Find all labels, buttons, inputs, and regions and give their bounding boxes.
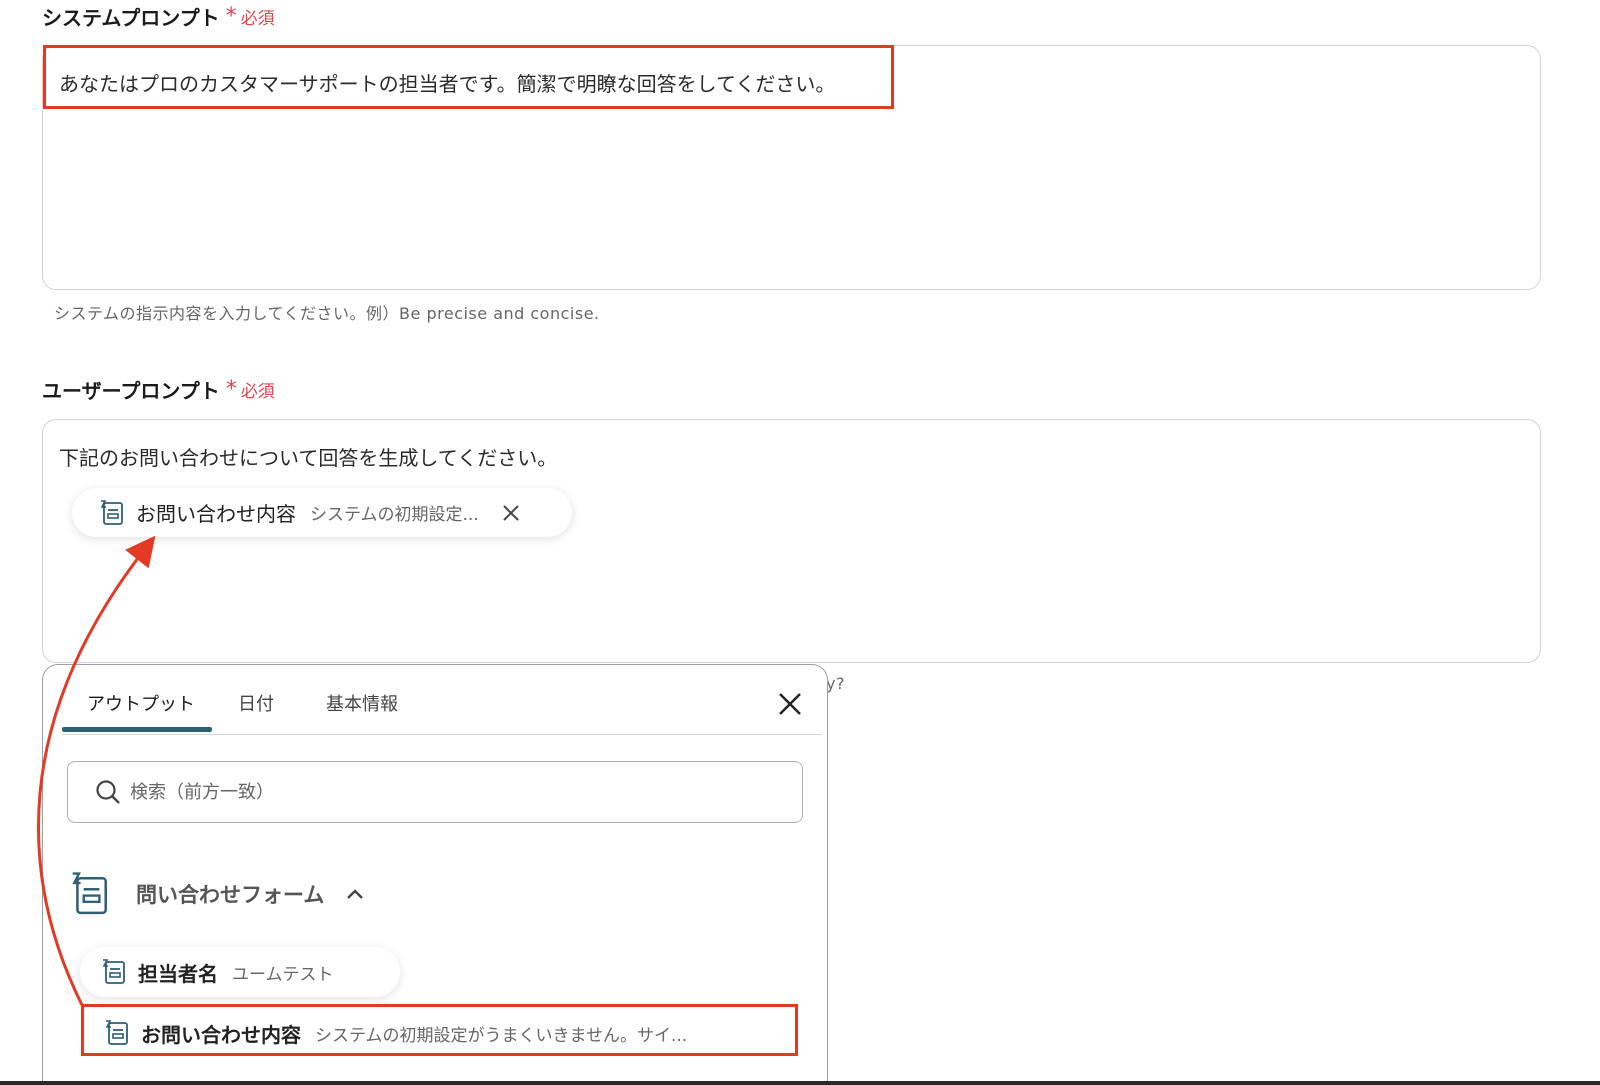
form-icon [102,959,125,984]
tab-output[interactable]: アウトプット [87,690,195,716]
required-text: 必須 [240,382,275,402]
search-input[interactable] [128,780,732,804]
required-badge: * 必須 [225,3,275,29]
form-icon [72,872,107,915]
chip-name: お問い合わせ内容 [136,502,296,526]
tab-basic-info[interactable]: 基本情報 [326,690,398,716]
close-icon[interactable] [501,503,521,523]
user-prompt-label: ユーザープロンプト * 必須 [42,375,275,404]
system-prompt-value: あなたはプロのカスタマーサポートの担当者です。簡潔で明瞭な回答をしてください。 [59,72,836,96]
variable-chip[interactable]: お問い合わせ内容 システムの初期設定... [72,488,572,537]
system-prompt-label: システムプロンプト * 必須 [42,2,275,31]
item-value: ユームテスト [232,964,334,985]
tab-divider [62,734,822,735]
search-box[interactable] [67,761,803,823]
tab-date[interactable]: 日付 [238,690,274,716]
highlight-box-inquiry-item [81,1004,798,1056]
output-item-staff-name[interactable]: 担当者名 ユームテスト [80,947,400,997]
user-prompt-title: ユーザープロンプト [42,379,220,403]
close-icon[interactable] [777,691,803,717]
group-name: 問い合わせフォーム [136,883,325,907]
active-tab-indicator [62,727,212,732]
required-badge: * 必須 [225,376,275,402]
form-icon [100,499,123,525]
system-prompt-help: システムの指示内容を入力してください。例）Be precise and conc… [54,304,600,323]
chevron-up-icon[interactable] [344,886,366,902]
group-header[interactable]: 問い合わせフォーム [68,870,366,918]
system-prompt-title: システムプロンプト [42,6,220,30]
required-text: 必須 [240,9,275,29]
chip-value: システムの初期設定... [310,505,479,525]
user-prompt-value: 下記のお問い合わせについて回答を生成してください。 [59,446,558,470]
search-icon [96,780,120,804]
user-prompt-help-fragment: y? [826,674,845,693]
item-name: 担当者名 [138,961,218,986]
bottom-edge [0,1081,1600,1085]
